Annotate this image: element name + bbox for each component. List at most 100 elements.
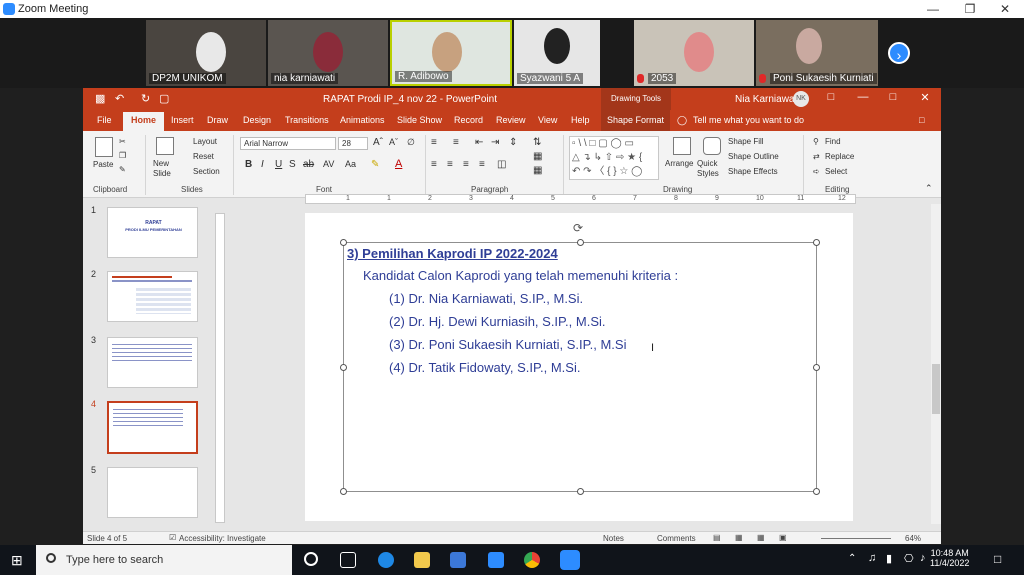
taskbar-clock[interactable]: 10:48 AM 11/4/2022 [930,548,969,568]
microphone-icon[interactable]: ♫ [868,552,876,564]
tab-draw[interactable]: Draw [207,115,228,125]
text-direction-icon[interactable]: ⇅ [533,137,541,148]
change-case-icon[interactable]: Aa [345,159,356,169]
participant-tile[interactable]: nia karniawati [268,20,388,86]
clear-format-icon[interactable]: ∅ [407,137,415,148]
slide-thumbnail[interactable] [107,467,198,518]
arrange-icon[interactable] [673,137,691,155]
network-icon[interactable]: ⎔ [904,552,914,565]
redo-icon[interactable]: ↻ [141,92,150,105]
notes-button[interactable]: Notes [603,534,624,543]
rotate-handle-icon[interactable]: ⟳ [573,221,583,235]
section-button[interactable]: Section [193,167,220,176]
participant-tile[interactable]: DP2M UNIKOM [146,20,266,86]
italic-button[interactable]: I [261,159,264,170]
tab-help[interactable]: Help [571,115,590,125]
underline-button[interactable]: U [275,159,282,170]
highlight-icon[interactable]: ✎ [371,159,379,170]
find-button[interactable]: Find [825,137,841,146]
strikethrough-button[interactable]: ab [303,159,314,170]
next-participants-button[interactable]: › [888,42,910,64]
tab-file[interactable]: File [97,115,112,125]
participant-tile[interactable]: Poni Sukaesih Kurniati [756,20,878,86]
align-right-icon[interactable]: ≡ [463,159,469,170]
shadow-button[interactable]: S [289,159,296,170]
char-spacing-icon[interactable]: AV [323,159,334,169]
arrange-button[interactable]: Arrange [665,159,693,168]
close-icon[interactable]: ✕ [915,91,935,104]
tab-shape-format[interactable]: Shape Format [601,110,671,131]
zoom-level[interactable]: 64% [905,534,921,543]
copy-icon[interactable]: ❐ [119,151,126,160]
windows-start-icon[interactable]: ⊞ [11,552,23,569]
comments-button[interactable]: Comments [657,534,696,543]
reading-view-icon[interactable]: ▦ [757,533,765,542]
tab-slide-show[interactable]: Slide Show [397,115,442,125]
new-slide-icon[interactable] [156,137,174,155]
edge-icon[interactable] [378,552,394,568]
replace-button[interactable]: Replace [825,152,854,161]
shapes-gallery[interactable]: ▫ \ \ □ ▢ ◯ ▭ △ ↴ ↳ ⇧ ⇨ ★ {↶ ↷ 〈 { } ☆ ◯ [569,136,659,180]
notifications-icon[interactable]: □ [994,552,1001,566]
participant-tile[interactable]: Syazwani 5 A [514,20,600,86]
undo-icon[interactable]: ↶ [115,92,124,105]
align-text-icon[interactable]: ▦ [533,151,542,162]
smartart-icon[interactable]: ▦ [533,165,542,176]
tab-design[interactable]: Design [243,115,271,125]
select-button[interactable]: Select [825,167,847,176]
font-color-icon[interactable]: A [395,158,402,170]
slide-thumbnail-selected[interactable] [107,401,198,454]
decrease-indent-icon[interactable]: ⇤ [475,137,483,148]
normal-view-icon[interactable]: ▤ [713,533,721,542]
slide-thumbnail[interactable]: RAPAT PRODI ILMU PEMERINTAHAN [107,207,198,258]
numbering-icon[interactable]: ≡ [453,137,459,148]
bold-button[interactable]: B [245,159,252,170]
comments-icon[interactable]: □ [919,115,924,125]
line-spacing-icon[interactable]: ⇕ [509,137,517,148]
task-view-icon[interactable] [340,552,356,568]
restore-icon[interactable]: □ [883,91,903,103]
minimize-icon[interactable]: — [853,91,873,103]
search-input[interactable]: Type here to search [66,554,163,566]
chevron-up-icon[interactable]: ⌃ [848,553,856,564]
layout-button[interactable]: Layout [193,137,217,146]
justify-icon[interactable]: ≡ [479,159,485,170]
vertical-scrollbar[interactable] [931,204,941,524]
taskbar-search[interactable]: Type here to search [36,545,292,575]
reset-button[interactable]: Reset [193,152,214,161]
chrome-icon[interactable] [524,552,540,568]
new-slide-button[interactable]: New Slide [153,159,177,179]
collapse-ribbon-icon[interactable]: ⌃ [925,183,933,194]
tab-transitions[interactable]: Transitions [285,115,329,125]
participant-tile[interactable]: 2053 [634,20,754,86]
shape-outline-button[interactable]: Shape Outline [728,152,779,161]
tab-insert[interactable]: Insert [171,115,194,125]
battery-icon[interactable]: ▮ [886,552,892,565]
quick-styles-icon[interactable] [703,137,721,155]
zoom-app-icon[interactable] [560,550,580,570]
slide-thumbnail[interactable] [107,337,198,388]
increase-indent-icon[interactable]: ⇥ [491,137,499,148]
tab-animations[interactable]: Animations [340,115,385,125]
quick-styles-button[interactable]: Quick Styles [697,159,723,179]
slideshow-view-icon[interactable]: ▣ [779,533,787,542]
font-name-select[interactable]: Arial Narrow [240,137,336,150]
paste-icon[interactable] [95,137,113,157]
align-center-icon[interactable]: ≡ [447,159,453,170]
shape-effects-button[interactable]: Shape Effects [728,167,778,176]
cortana-icon[interactable] [304,552,318,566]
file-explorer-icon[interactable] [414,552,430,568]
tell-me-input[interactable]: Tell me what you want to do [693,115,804,125]
store-icon[interactable] [450,552,466,568]
paste-button[interactable]: Paste [93,160,113,169]
tab-home[interactable]: Home [123,112,165,131]
columns-icon[interactable]: ◫ [497,159,506,170]
format-painter-icon[interactable]: ✎ [119,165,126,174]
shape-fill-button[interactable]: Shape Fill [728,137,764,146]
tab-view[interactable]: View [538,115,557,125]
close-icon[interactable]: ✕ [990,1,1020,17]
tab-review[interactable]: Review [496,115,526,125]
tab-record[interactable]: Record [454,115,483,125]
bullets-icon[interactable]: ≡ [431,137,437,148]
minimize-icon[interactable]: — [918,1,948,17]
